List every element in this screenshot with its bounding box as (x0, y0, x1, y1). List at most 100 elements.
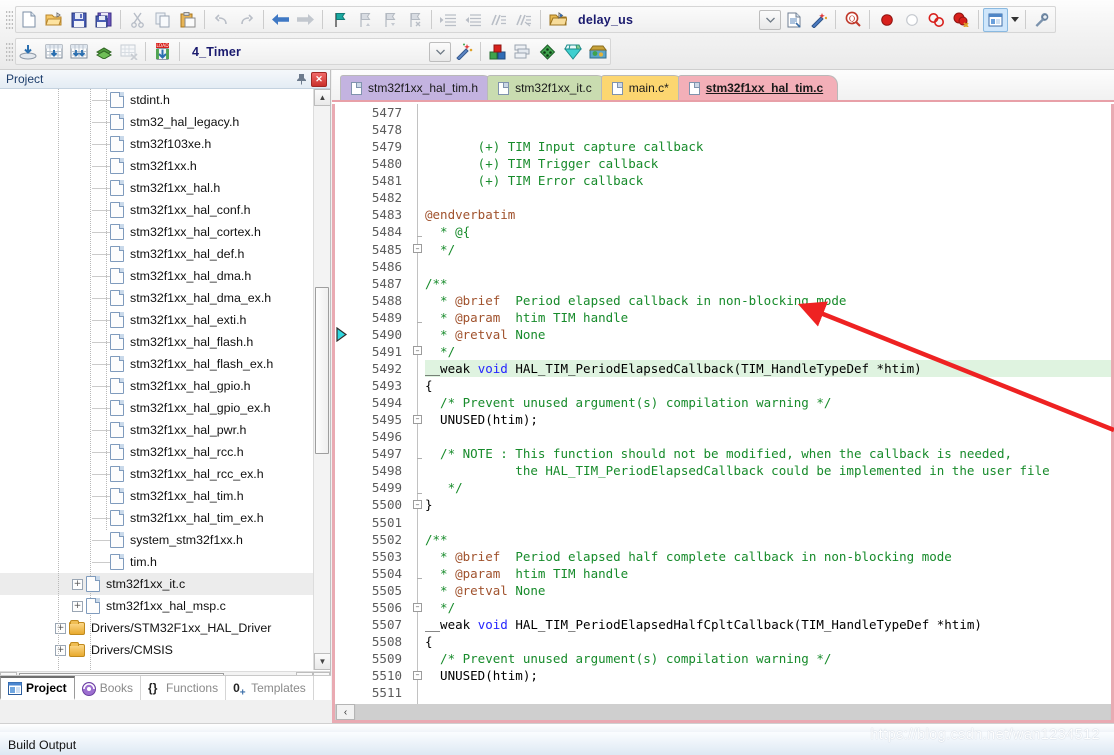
configure-tools-icon[interactable] (1030, 8, 1055, 32)
editor-tab-3[interactable]: stm32f1xx_hal_tim.c (678, 75, 838, 100)
tree-item[interactable]: stm32f1xx_hal_gpio.h (0, 375, 313, 397)
code-line[interactable]: { (425, 377, 1111, 394)
cut-icon[interactable] (125, 8, 150, 32)
indent-left-icon[interactable] (461, 8, 486, 32)
tree-item[interactable]: stm32f1xx_hal.h (0, 177, 313, 199)
batch-build-icon[interactable] (91, 40, 116, 64)
save-all-icon[interactable] (91, 8, 116, 32)
navigate-forward-icon[interactable] (293, 8, 318, 32)
code-line[interactable]: __weak void HAL_TIM_PeriodElapsedHalfCpl… (425, 616, 1111, 633)
tab-functions[interactable]: {} Functions (141, 676, 226, 700)
find-in-files-icon[interactable]: Q (840, 8, 865, 32)
tab-templates[interactable]: 0+ Templates (226, 676, 314, 700)
combo-dropdown-icon[interactable] (759, 10, 781, 30)
code-line[interactable]: */ (425, 599, 1111, 616)
code-line[interactable]: * @param htim TIM handle (425, 309, 1111, 326)
pack-installer-icon[interactable] (535, 40, 560, 64)
breakpoint-kill-all-icon[interactable] (949, 8, 974, 32)
project-tree-vscrollbar[interactable]: ▲ ▼ (313, 89, 330, 670)
code-line[interactable]: /* NOTE : This function should not be mo… (425, 445, 1111, 462)
navigate-back-icon[interactable] (268, 8, 293, 32)
tree-item[interactable]: stm32f1xx_hal_flash_ex.h (0, 353, 313, 375)
tree-item[interactable]: stm32f1xx_hal_cortex.h (0, 221, 313, 243)
tree-item[interactable]: +Drivers/CMSIS (0, 639, 313, 661)
tree-item[interactable]: stm32f1xx_hal_rcc_ex.h (0, 463, 313, 485)
tree-item[interactable]: tim.h (0, 551, 313, 573)
chevron-down-icon[interactable] (1008, 8, 1021, 32)
code-line[interactable]: * @param htim TIM handle (425, 565, 1111, 582)
code-line[interactable]: (+) TIM Input capture callback (425, 138, 1111, 155)
tree-item[interactable]: stm32_hal_legacy.h (0, 111, 313, 133)
stop-build-icon[interactable] (116, 40, 141, 64)
project-tree[interactable]: stdint.hstm32_hal_legacy.hstm32f103xe.h s… (0, 89, 313, 670)
comment-icon[interactable] (486, 8, 511, 32)
tree-item[interactable]: stm32f103xe.h (0, 133, 313, 155)
window-layout-icon[interactable] (983, 8, 1008, 32)
target-selector-value[interactable]: 4_Timer (184, 45, 249, 59)
open-project-icon[interactable] (545, 8, 570, 32)
tree-item[interactable]: stm32f1xx_hal_rcc.h (0, 441, 313, 463)
fold-collapse-icon[interactable]: – (413, 603, 422, 612)
editor-scroll-left-icon[interactable]: ‹ (336, 704, 355, 720)
tab-project[interactable]: Project (0, 676, 75, 700)
code-line[interactable]: * @{ (425, 223, 1111, 240)
pin-icon[interactable] (293, 72, 309, 87)
fold-collapse-icon[interactable]: – (413, 671, 422, 680)
tree-item[interactable]: stdint.h (0, 89, 313, 111)
code-line[interactable]: } (425, 496, 1111, 513)
editor-marker-column[interactable] (335, 104, 352, 704)
bookmark-clear-icon[interactable] (402, 8, 427, 32)
new-file-icon[interactable] (16, 8, 41, 32)
uncomment-icon[interactable] (511, 8, 536, 32)
tree-expander-icon[interactable]: + (55, 623, 66, 634)
code-line[interactable]: /** (425, 531, 1111, 548)
code-line[interactable] (425, 189, 1111, 206)
code-line[interactable] (425, 428, 1111, 445)
close-icon[interactable]: ✕ (311, 72, 327, 87)
bookmark-prev-icon[interactable] (352, 8, 377, 32)
editor-fold-column[interactable]: ––––––– (411, 104, 425, 704)
tree-item[interactable]: stm32f1xx_hal_flash.h (0, 331, 313, 353)
fold-collapse-icon[interactable]: – (413, 244, 422, 253)
tree-expander-icon[interactable]: + (55, 645, 66, 656)
manage-rte-icon[interactable] (560, 40, 585, 64)
editor-hscroll-track[interactable] (356, 704, 1110, 720)
tree-item[interactable]: +stm32f1xx_it.c (0, 573, 313, 595)
code-line[interactable]: @endverbatim (425, 206, 1111, 223)
paste-icon[interactable] (175, 8, 200, 32)
file-properties-icon[interactable] (781, 8, 806, 32)
tree-item[interactable]: stm32f1xx_hal_conf.h (0, 199, 313, 221)
manage-project-items-icon[interactable] (485, 40, 510, 64)
vscroll-thumb[interactable] (315, 287, 329, 454)
tree-item[interactable]: stm32f1xx_hal_dma.h (0, 265, 313, 287)
code-line[interactable]: */ (425, 241, 1111, 258)
translate-icon[interactable] (16, 40, 41, 64)
open-file-icon[interactable] (41, 8, 66, 32)
save-icon[interactable] (66, 8, 91, 32)
code-line[interactable]: */ (425, 479, 1111, 496)
tree-item[interactable]: stm32f1xx_hal_gpio_ex.h (0, 397, 313, 419)
tree-item[interactable]: +stm32f1xx_hal_msp.c (0, 595, 313, 617)
code-line[interactable]: (+) TIM Error callback (425, 172, 1111, 189)
rebuild-icon[interactable] (66, 40, 91, 64)
copy-icon[interactable] (150, 8, 175, 32)
tree-item[interactable]: stm32f1xx_hal_exti.h (0, 309, 313, 331)
bookmark-next-icon[interactable] (377, 8, 402, 32)
code-line[interactable]: the HAL_TIM_PeriodElapsedCallback could … (425, 462, 1111, 479)
tree-expander-icon[interactable]: + (72, 579, 83, 590)
tree-item[interactable]: +Drivers/STM32F1xx_HAL_Driver (0, 617, 313, 639)
scroll-down-icon[interactable]: ▼ (314, 653, 331, 670)
target-options-icon[interactable] (451, 40, 476, 64)
code-line[interactable]: * @retval None (425, 582, 1111, 599)
project-name-field[interactable]: delay_us (570, 13, 641, 27)
tree-item[interactable]: stm32f1xx_hal_pwr.h (0, 419, 313, 441)
fold-collapse-icon[interactable]: – (413, 500, 422, 509)
tree-item[interactable]: stm32f1xx_hal_dma_ex.h (0, 287, 313, 309)
code-line[interactable]: (+) TIM Trigger callback (425, 155, 1111, 172)
tree-expander-icon[interactable]: + (72, 601, 83, 612)
scroll-up-icon[interactable]: ▲ (314, 89, 331, 106)
code-text-area[interactable]: 5477547854795480548154825483548454855486… (332, 104, 1114, 704)
bookmark-toggle-icon[interactable] (327, 8, 352, 32)
code-line[interactable] (425, 258, 1111, 275)
target-dropdown-icon[interactable] (429, 42, 451, 62)
